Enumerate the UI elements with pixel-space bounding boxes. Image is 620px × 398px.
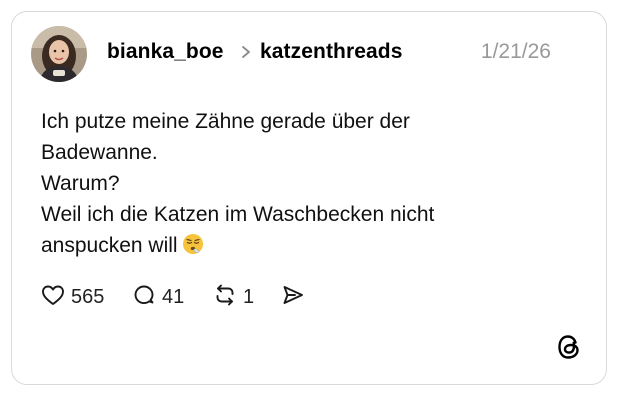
community-name[interactable]: katzenthreads xyxy=(260,40,403,64)
speech-bubble-icon xyxy=(132,283,156,312)
post-text: Ich putze meine Zähne gerade über der Ba… xyxy=(41,106,481,261)
send-icon xyxy=(281,283,305,312)
sighing-face-emoji xyxy=(182,233,204,255)
reply-count: 41 xyxy=(162,286,185,308)
like-button[interactable]: 565 xyxy=(41,283,104,311)
post-header: bianka_boe katzenthreads 1/21/26 xyxy=(31,26,551,82)
repost-count: 1 xyxy=(243,286,255,308)
threads-logo-icon[interactable] xyxy=(556,333,582,361)
post-text-line: Warum? xyxy=(41,172,120,195)
post-text-last-line: anspucken will xyxy=(41,230,481,261)
post-text-line: anspucken will xyxy=(41,234,178,257)
post-text-line: Badewanne. xyxy=(41,141,158,164)
post-text-line: Weil ich die Katzen im Waschbecken nicht xyxy=(41,203,435,226)
avatar[interactable] xyxy=(31,26,87,82)
share-button[interactable] xyxy=(281,283,305,311)
repost-icon xyxy=(213,283,237,312)
username[interactable]: bianka_boe xyxy=(107,40,224,64)
repost-button[interactable]: 1 xyxy=(213,283,254,311)
post-date: 1/21/26 xyxy=(480,40,551,63)
like-count: 565 xyxy=(71,286,105,308)
reply-button[interactable]: 41 xyxy=(132,283,184,311)
heart-icon xyxy=(41,284,65,311)
chevron-right-icon xyxy=(239,44,253,60)
post-text-line: Ich putze meine Zähne gerade über der xyxy=(41,110,410,133)
